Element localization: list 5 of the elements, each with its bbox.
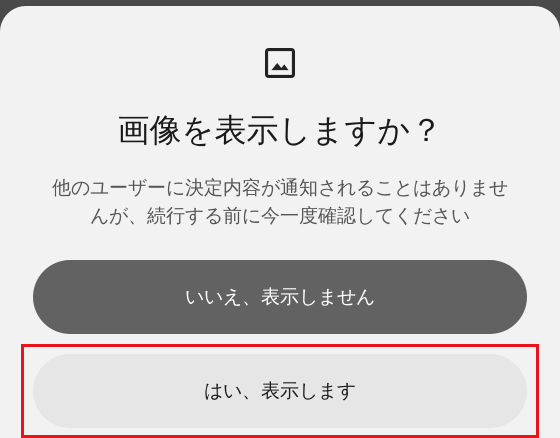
dialog-message: 他のユーザーに決定内容が通知されることはありませんが、続行する前に今一度確認してください — [51, 176, 509, 229]
image-icon — [263, 46, 297, 80]
dialog-title: 画像を表示しますか？ — [118, 110, 442, 150]
decline-button[interactable]: いいえ、表示しません — [33, 260, 527, 334]
confirm-button[interactable]: はい、表示します — [33, 354, 527, 428]
